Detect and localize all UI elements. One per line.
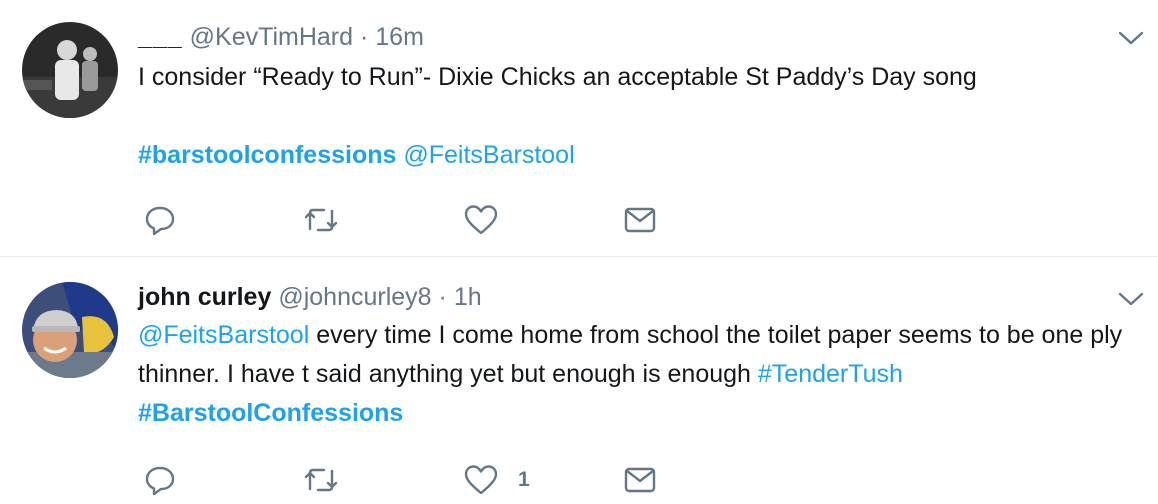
- avatar[interactable]: [22, 282, 118, 378]
- reply-icon: [145, 206, 175, 236]
- dm-icon: [624, 207, 656, 233]
- like-icon: [464, 465, 498, 495]
- chevron-down-icon[interactable]: [1118, 291, 1144, 307]
- avatar[interactable]: [22, 22, 118, 118]
- like-icon: [464, 205, 498, 235]
- timestamp[interactable]: 16m: [375, 23, 424, 51]
- mention-link[interactable]: @FeitsBarstool: [138, 321, 309, 349]
- reply-button[interactable]: [144, 462, 176, 498]
- display-name[interactable]: john curley: [138, 283, 271, 311]
- tweet[interactable]: john curley @johncurley8 · 1h @FeitsBars…: [0, 257, 1158, 504]
- retweet-icon: [304, 208, 338, 232]
- tweet-actions: 1: [138, 462, 738, 498]
- user-handle[interactable]: @johncurley8: [278, 283, 431, 311]
- tweet[interactable]: ___ @KevTimHard · 16m I consider “Ready …: [0, 0, 1158, 257]
- like-button[interactable]: 1: [464, 462, 530, 498]
- tweet-text: I consider “Ready to Run”- Dixie Chicks …: [138, 58, 1148, 175]
- display-name[interactable]: ___: [138, 23, 183, 51]
- mention-link[interactable]: @FeitsBarstool: [403, 141, 574, 169]
- hashtag-link[interactable]: #TenderTush: [758, 360, 903, 388]
- tweet-body: I consider “Ready to Run”- Dixie Chicks …: [138, 63, 977, 91]
- separator: ·: [360, 23, 369, 51]
- user-handle[interactable]: @KevTimHard: [190, 23, 353, 51]
- reply-icon: [145, 466, 175, 496]
- dm-icon: [624, 467, 656, 493]
- dm-button[interactable]: [624, 462, 656, 498]
- dm-button[interactable]: [624, 202, 656, 238]
- tweet-header: ___ @KevTimHard · 16m: [138, 22, 424, 52]
- like-button[interactable]: [464, 202, 518, 238]
- retweet-icon: [304, 468, 338, 492]
- chevron-down-icon[interactable]: [1118, 30, 1144, 46]
- like-count: 1: [518, 468, 530, 491]
- tweet-actions: [138, 202, 738, 238]
- timestamp[interactable]: 1h: [454, 283, 482, 311]
- hashtag-link[interactable]: #BarstoolConfessions: [138, 399, 403, 427]
- tweet-header: john curley @johncurley8 · 1h: [138, 282, 482, 312]
- retweet-button[interactable]: [302, 462, 340, 498]
- reply-button[interactable]: [144, 202, 176, 238]
- tweet-text: @FeitsBarstool every time I come home fr…: [138, 316, 1148, 433]
- separator: ·: [438, 283, 447, 311]
- retweet-button[interactable]: [302, 202, 340, 238]
- hashtag-link[interactable]: #barstoolconfessions: [138, 141, 396, 169]
